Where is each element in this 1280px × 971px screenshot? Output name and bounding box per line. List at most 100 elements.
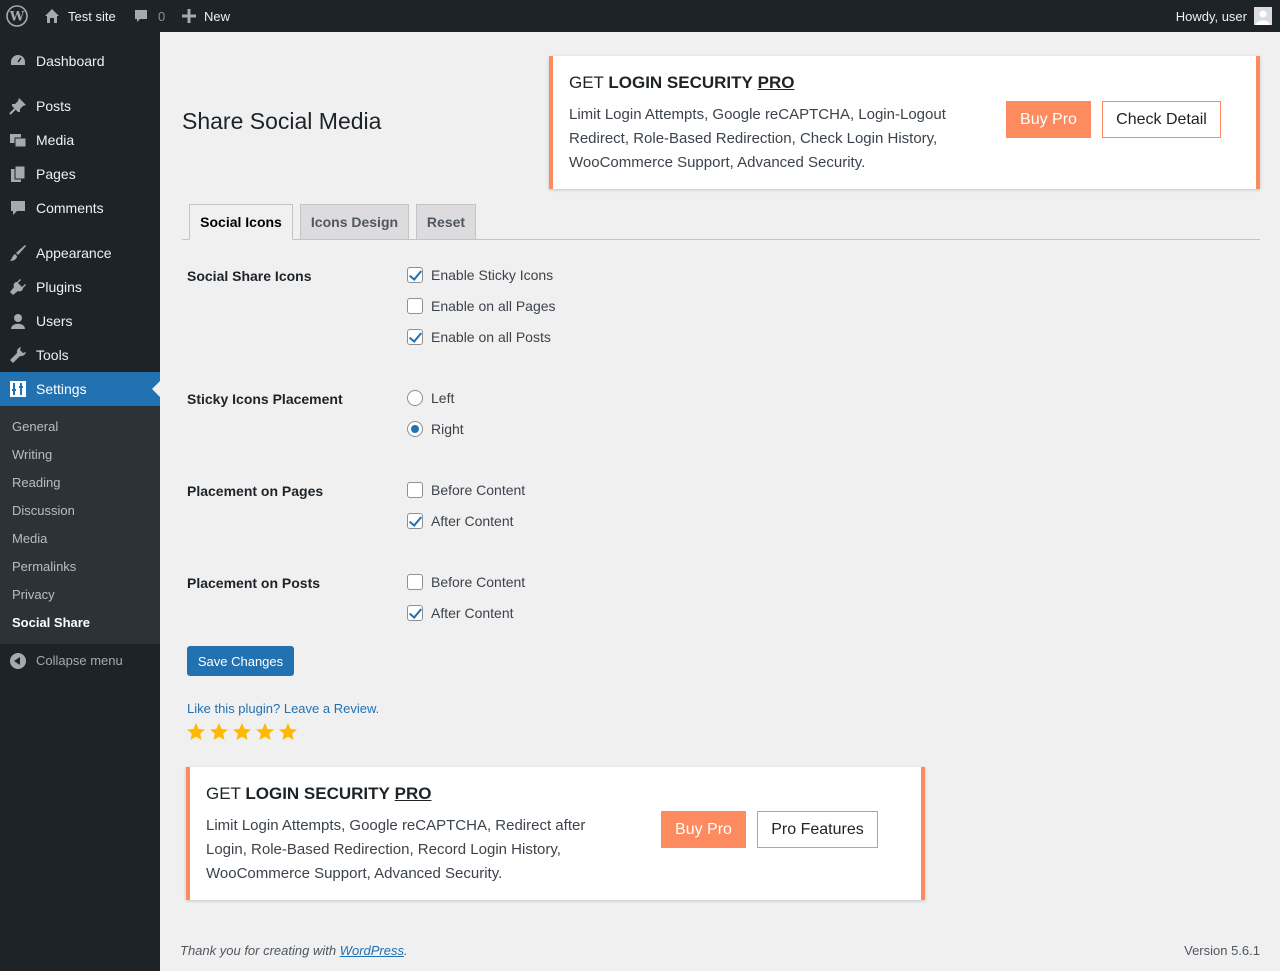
promo-banner-top: GET LOGIN SECURITY PRO Limit Login Attem… <box>549 56 1260 189</box>
sidebar-item-label: Pages <box>36 166 76 182</box>
posts-before-content-checkbox[interactable] <box>407 574 423 590</box>
submenu-item-social-share[interactable]: Social Share <box>12 615 90 630</box>
sidebar-item-label: Plugins <box>36 279 82 295</box>
rating-stars[interactable] <box>186 722 301 742</box>
promo-title-product: LOGIN SECURITY <box>245 784 390 803</box>
promo-banner-bottom: GET LOGIN SECURITY PRO Limit Login Attem… <box>186 767 925 900</box>
enable-all-posts-option[interactable]: Enable on all Posts <box>407 328 551 346</box>
pages-after-content-checkbox[interactable] <box>407 513 423 529</box>
buy-pro-button[interactable]: Buy Pro <box>1006 101 1091 138</box>
my-account-link[interactable]: Howdy, user <box>1176 0 1272 32</box>
star-icon[interactable] <box>255 722 275 742</box>
media-icon <box>9 131 27 149</box>
footer-thanks-suffix: . <box>404 943 408 958</box>
submenu-item-privacy[interactable]: Privacy <box>12 587 55 602</box>
comment-icon <box>9 199 27 217</box>
sidebar-item-plugins[interactable]: Plugins <box>0 270 160 304</box>
collapse-arrow-icon <box>10 653 26 669</box>
option-label: Enable Sticky Icons <box>431 267 554 283</box>
placement-right-radio[interactable] <box>407 421 423 437</box>
settings-submenu: General Writing Reading Discussion Media… <box>0 406 160 644</box>
submenu-item-general[interactable]: General <box>12 419 58 434</box>
submenu-item-media[interactable]: Media <box>12 531 47 546</box>
check-detail-button[interactable]: Check Detail <box>1102 101 1221 138</box>
promo-title-prefix: GET <box>206 784 241 803</box>
option-label: Left <box>431 390 455 406</box>
placement-left-radio[interactable] <box>407 390 423 406</box>
enable-sticky-icons-checkbox[interactable] <box>407 267 423 283</box>
posts-after-content-checkbox[interactable] <box>407 605 423 621</box>
enable-all-posts-checkbox[interactable] <box>407 329 423 345</box>
sidebar-item-label: Users <box>36 313 73 329</box>
home-icon <box>44 8 60 24</box>
dashboard-icon <box>9 52 27 70</box>
avatar-icon <box>1254 7 1272 25</box>
enable-all-pages-checkbox[interactable] <box>407 298 423 314</box>
option-label: Enable on all Pages <box>431 298 556 314</box>
promo-title-pro: PRO <box>394 784 432 803</box>
enable-all-pages-option[interactable]: Enable on all Pages <box>407 297 556 315</box>
sidebar-item-comments[interactable]: Comments <box>0 191 160 225</box>
sidebar-item-users[interactable]: Users <box>0 304 160 338</box>
admin-bar: W Test site 0 New Howdy, user <box>0 0 1280 32</box>
star-icon[interactable] <box>209 722 229 742</box>
leave-review-link[interactable]: Like this plugin? Leave a Review. <box>187 701 379 716</box>
wordpress-link[interactable]: WordPress <box>340 943 404 958</box>
tab-social-icons[interactable]: Social Icons <box>189 204 293 240</box>
placement-right-option[interactable]: Right <box>407 420 464 438</box>
sidebar-item-label: Tools <box>36 347 69 363</box>
star-icon[interactable] <box>232 722 252 742</box>
footer-thanks: Thank you for creating with WordPress. <box>180 943 408 958</box>
star-icon[interactable] <box>278 722 298 742</box>
pages-after-content-option[interactable]: After Content <box>407 512 514 530</box>
sidebar-item-dashboard[interactable]: Dashboard <box>0 44 160 78</box>
promo-title-prefix: GET <box>569 73 604 92</box>
settings-icon <box>9 380 27 398</box>
user-icon <box>9 312 27 330</box>
footer-thanks-prefix: Thank you for creating with <box>180 943 340 958</box>
submenu-item-discussion[interactable]: Discussion <box>12 503 75 518</box>
buy-pro-button[interactable]: Buy Pro <box>661 811 746 848</box>
footer-version: Version 5.6.1 <box>1184 943 1260 958</box>
submenu-item-writing[interactable]: Writing <box>12 447 52 462</box>
sidebar-item-media[interactable]: Media <box>0 123 160 157</box>
submenu-item-reading[interactable]: Reading <box>12 475 60 490</box>
option-label: Enable on all Posts <box>431 329 551 345</box>
comments-link[interactable]: 0 <box>133 0 165 32</box>
promo-description: Limit Login Attempts, Google reCAPTCHA, … <box>206 817 586 882</box>
tab-icons-design[interactable]: Icons Design <box>300 204 409 240</box>
collapse-menu-button[interactable]: Collapse menu <box>0 644 160 678</box>
howdy-text: Howdy, user <box>1175 8 1247 24</box>
new-content-link[interactable]: New <box>182 0 230 32</box>
star-icon[interactable] <box>186 722 206 742</box>
posts-after-content-option[interactable]: After Content <box>407 604 514 622</box>
sidebar-item-settings[interactable]: Settings <box>0 372 160 406</box>
placement-left-option[interactable]: Left <box>407 389 454 407</box>
site-name: Test site <box>68 8 116 24</box>
admin-sidebar: Dashboard Posts Media Pages Comments App… <box>0 32 160 971</box>
pages-before-content-checkbox[interactable] <box>407 482 423 498</box>
wordpress-logo-icon[interactable]: W <box>6 0 28 32</box>
brush-icon <box>9 244 27 262</box>
pro-features-button[interactable]: Pro Features <box>757 811 878 848</box>
site-home-link[interactable]: Test site <box>44 0 116 32</box>
option-label: Before Content <box>431 574 526 590</box>
sidebar-item-label: Dashboard <box>36 53 105 69</box>
sidebar-item-posts[interactable]: Posts <box>0 89 160 123</box>
plus-icon <box>182 9 196 23</box>
promo-title: GET LOGIN SECURITY PRO <box>206 784 431 804</box>
enable-sticky-icons-option[interactable]: Enable Sticky Icons <box>407 266 553 284</box>
placement-on-posts-label: Placement on Posts <box>187 575 321 591</box>
option-label: Before Content <box>431 482 526 498</box>
save-changes-button[interactable]: Save Changes <box>187 646 294 676</box>
submenu-item-permalinks[interactable]: Permalinks <box>12 559 76 574</box>
collapse-menu-label: Collapse menu <box>36 653 123 668</box>
sidebar-item-label: Media <box>36 132 75 148</box>
sidebar-item-pages[interactable]: Pages <box>0 157 160 191</box>
sidebar-item-tools[interactable]: Tools <box>0 338 160 372</box>
tab-reset[interactable]: Reset <box>416 204 476 240</box>
sidebar-item-label: Appearance <box>36 245 112 261</box>
pages-before-content-option[interactable]: Before Content <box>407 481 525 499</box>
sidebar-item-appearance[interactable]: Appearance <box>0 236 160 270</box>
posts-before-content-option[interactable]: Before Content <box>407 573 525 591</box>
